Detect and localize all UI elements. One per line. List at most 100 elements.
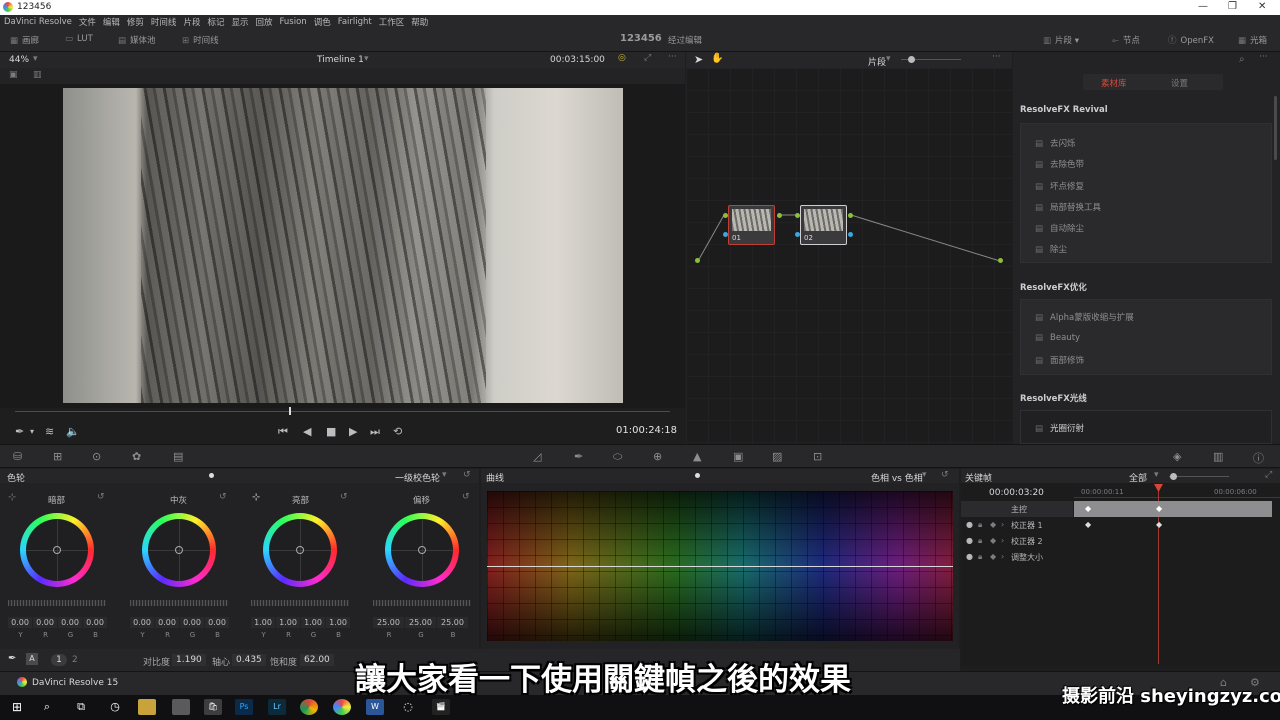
gamma-g-value[interactable]: 0.00 [180,617,204,628]
word-icon[interactable]: W [366,699,384,715]
zoom-dropdown-icon[interactable]: ▾ [33,54,38,64]
menu-color[interactable]: 调色 [314,16,331,28]
menu-edit[interactable]: 编辑 [103,16,120,28]
eyedropper-dropdown-icon[interactable]: ▾ [30,427,34,436]
windows-start-icon[interactable]: ⊞ [8,699,26,715]
offset-master-slider[interactable] [373,600,471,606]
node-01-output-dot[interactable] [777,213,782,218]
gamma-master-slider[interactable] [130,600,228,606]
keyframes-icon[interactable]: ◈ [1173,450,1181,463]
eyedropper-icon[interactable]: ✒ [15,425,24,438]
volume-icon[interactable]: 🔈 [66,425,80,438]
fx-item-deband[interactable]: 去除色带 [1035,158,1084,170]
hand-icon[interactable]: ✋ [711,53,723,64]
lift-wheel[interactable] [20,513,94,587]
fx-item-dead-pixel-fixer[interactable]: 坏点修复 [1035,180,1084,192]
lightroom-icon[interactable]: Lr [268,699,286,715]
magic-mask-icon[interactable]: ▲ [693,450,701,463]
rgb-mixer-icon[interactable]: ▤ [173,450,183,463]
close-icon[interactable]: ✕ [1258,1,1266,12]
task-view-icon[interactable]: ⧉ [72,699,90,715]
keyframe-track-master[interactable]: ◆ ◆ [1074,501,1272,517]
menu-app[interactable]: DaVinci Resolve [4,17,72,27]
menu-file[interactable]: 文件 [79,16,96,28]
node-02-key-output-dot[interactable] [848,232,853,237]
menu-fusion[interactable]: Fusion [280,17,307,27]
page-2-button[interactable]: 2 [72,655,78,665]
loop-icon[interactable]: ⟲ [393,425,402,438]
expand-chevron-icon[interactable]: › [1001,552,1004,561]
menu-mark[interactable]: 标记 [207,16,224,28]
layers-icon[interactable]: ≋ [45,425,54,438]
skip-end-icon[interactable]: ⏭ [370,425,380,439]
pointer-icon[interactable]: ➤ [694,53,703,66]
node-graph[interactable]: 01 02 [686,68,1012,444]
keyframe-row-corrector-1[interactable]: ● 🔒︎ ◆ › 校正器 1 [961,517,1073,533]
zoom-level[interactable]: 44% [9,55,29,65]
menu-workspace[interactable]: 工作区 [379,16,405,28]
output-dot[interactable] [998,258,1003,263]
lift-wheel-handle[interactable] [53,546,61,554]
curves-icon[interactable]: ◿ [533,450,541,463]
lift-y-value[interactable]: 0.00 [8,617,32,628]
node-01[interactable]: 01 [728,205,775,245]
fx-options-icon[interactable]: ··· [1259,52,1268,62]
keyframe-row-sizing[interactable]: ● 🔒︎ ◆ › 调整大小 [961,549,1073,565]
window-icon[interactable]: ⬭ [613,450,622,464]
fx-item-patch-replacer[interactable]: 局部替换工具 [1035,201,1101,213]
menu-clip[interactable]: 片段 [183,16,200,28]
lift-reset-icon[interactable]: ↺ [97,492,105,502]
offset-wheel-handle[interactable] [418,546,426,554]
viewer-options-icon[interactable]: ··· [668,52,677,62]
keyframes-zoom-slider[interactable] [1169,476,1229,477]
lock-icon[interactable]: 🔒︎ [978,552,982,562]
tab-library[interactable]: 素材库 [1101,77,1127,89]
gain-picker-icon[interactable]: ⊹ [252,492,260,503]
offset-r-value[interactable]: 25.00 [373,617,404,628]
color-match-icon[interactable]: ⊞ [53,450,62,463]
fx-item-alpha-matte[interactable]: Alpha蒙版收缩与扩展 [1035,311,1134,323]
gallery-button[interactable]: ▦ 画廊 [10,34,39,46]
timeline-button[interactable]: ⊞ 时间线 [182,34,219,46]
openfx-button[interactable]: ⓕ OpenFX [1168,34,1214,46]
reset-wheels-icon[interactable]: ↺ [463,470,471,480]
keyframe-diamond[interactable]: ◆ [1085,504,1091,513]
expand-chevron-icon[interactable]: › [1001,536,1004,545]
page-indicator-dot[interactable] [209,473,214,478]
nodes-button[interactable]: ⟜ 节点 [1112,34,1140,46]
lock-icon[interactable]: 🔒︎ [978,536,982,546]
tracker-icon[interactable]: ⊕ [653,450,662,463]
menu-fairlight[interactable]: Fairlight [338,17,372,27]
gamma-y-value[interactable]: 0.00 [130,617,154,628]
fx-item-deflicker[interactable]: 去闪烁 [1035,137,1076,149]
node-zoom-knob[interactable] [908,56,915,63]
auto-icon[interactable]: A [26,653,38,665]
chrome-icon[interactable] [300,699,318,715]
timeline-name[interactable]: Timeline 1 [317,55,364,65]
info-icon[interactable]: ⓘ [1253,450,1264,466]
lift-g-value[interactable]: 0.00 [58,617,82,628]
gamma-r-value[interactable]: 0.00 [155,617,179,628]
keyframe-track-corrector-1[interactable]: ◆ ◆ [1074,517,1272,533]
offset-g-value[interactable]: 25.00 [405,617,436,628]
search-icon[interactable]: ⌕ [38,699,56,715]
curves-mode-dropdown-icon[interactable]: ▾ [922,470,927,480]
gain-b-value[interactable]: 1.00 [326,617,350,628]
keyframe-add-icon[interactable]: ◆ [990,552,996,561]
fx-scrollbar[interactable] [1274,96,1277,160]
offset-reset-icon[interactable]: ↺ [462,492,470,502]
gain-master-slider[interactable] [251,600,349,606]
maximize-icon[interactable]: ❐ [1228,1,1237,12]
clips-button[interactable]: ▥ 片段 ▾ [1043,34,1079,46]
gamma-reset-icon[interactable]: ↺ [219,492,227,502]
timeline-dropdown-icon[interactable]: ▾ [364,54,369,64]
fx-item-face-refinement[interactable]: 面部修饰 [1035,354,1084,366]
fx-item-automatic-dirt-removal[interactable]: 自动除尘 [1035,222,1084,234]
gamma-wheel[interactable] [142,513,216,587]
media-app-icon[interactable] [172,699,190,715]
pivot-value[interactable]: 0.435 [232,654,266,666]
menu-help[interactable]: 帮助 [411,16,428,28]
node-01-input-dot[interactable] [723,213,728,218]
node-02-input-dot[interactable] [795,213,800,218]
tab-settings[interactable]: 设置 [1171,77,1188,89]
